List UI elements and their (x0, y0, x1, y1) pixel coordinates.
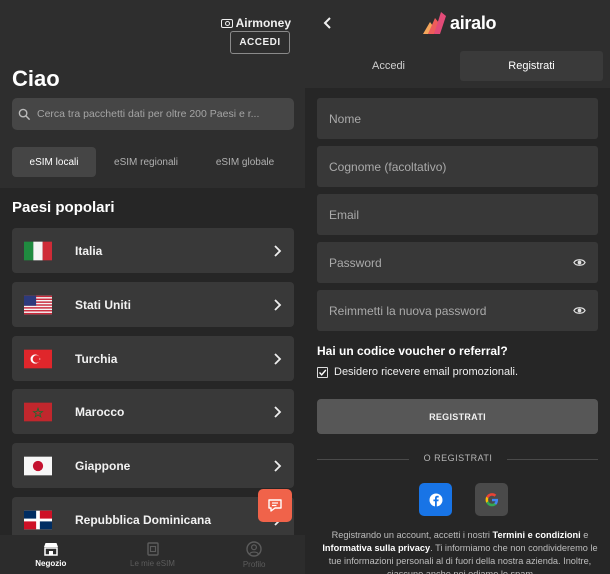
country-name: Giappone (75, 458, 131, 473)
name-field[interactable] (317, 98, 598, 139)
country-item-japan[interactable]: Giappone (12, 443, 294, 488)
privacy-link[interactable]: Informativa sulla privacy (322, 543, 430, 553)
chevron-right-icon (274, 405, 282, 418)
store-screen: Airmoney ACCEDI Ciao eSIM locali eSIM re… (0, 0, 305, 574)
nav-label: Le mie eSIM (130, 558, 175, 568)
nav-item-my-esims[interactable]: Le mie eSIM (102, 535, 204, 574)
usa-flag-icon (24, 295, 52, 314)
checkmark-icon (318, 369, 327, 376)
country-item-turkey[interactable]: Turchia (12, 336, 294, 381)
bottom-navigation: Negozio Le mie eSIM Profilo (0, 535, 305, 574)
nav-label: Profilo (242, 559, 266, 569)
country-item-morocco[interactable]: Marocco (12, 389, 294, 434)
tab-login[interactable]: Accedi (317, 51, 460, 81)
promo-checkbox[interactable] (317, 366, 328, 378)
terms-link[interactable]: Termini e condizioni (493, 530, 581, 540)
nav-item-store[interactable]: Negozio (0, 535, 102, 574)
airmoney-label: Airmoney (235, 16, 291, 30)
promo-checkbox-row[interactable]: Desidero ricevere email promozionali. (317, 366, 518, 378)
or-register-label: O REGISTRATI (409, 453, 507, 463)
register-screen: airalo Accedi Registrati Hai un codice v… (305, 0, 610, 574)
sim-icon (146, 541, 159, 556)
confirm-password-input[interactable] (329, 303, 559, 318)
airalo-logo-icon (423, 12, 446, 34)
chat-support-button[interactable] (258, 489, 292, 522)
profile-icon (246, 540, 262, 557)
store-icon (43, 542, 58, 556)
country-name: Stati Uniti (75, 297, 131, 312)
country-name: Marocco (75, 404, 125, 419)
password-field[interactable] (317, 242, 598, 283)
nav-item-profile[interactable]: Profilo (203, 535, 305, 574)
promo-label: Desidero ricevere email promozionali. (334, 366, 519, 378)
japan-flag-icon (24, 456, 52, 475)
name-input[interactable] (329, 111, 559, 126)
surname-input[interactable] (329, 159, 559, 174)
chevron-right-icon (274, 298, 282, 311)
facebook-icon (429, 493, 442, 506)
wallet-icon (220, 18, 233, 28)
country-item-italy[interactable]: Italia (12, 228, 294, 273)
chat-icon (268, 499, 282, 512)
legal-disclaimer: Registrando un account, accetti i nostri… (317, 529, 603, 574)
confirm-password-field[interactable] (317, 290, 598, 331)
login-button[interactable]: ACCEDI (230, 31, 290, 54)
voucher-link[interactable]: Hai un codice voucher o referral? (317, 344, 508, 358)
tab-local-esim[interactable]: eSIM locali (12, 147, 96, 177)
search-bar[interactable] (12, 98, 294, 130)
tab-regional-esim[interactable]: eSIM regionali (96, 147, 196, 177)
eye-icon[interactable] (573, 305, 586, 316)
back-arrow-icon[interactable] (322, 16, 334, 30)
google-signup-button[interactable] (475, 483, 508, 516)
section-title: Paesi popolari (12, 199, 115, 216)
google-icon (485, 492, 498, 506)
italy-flag-icon (24, 241, 52, 260)
country-item-usa[interactable]: Stati Uniti (12, 282, 294, 327)
facebook-signup-button[interactable] (419, 483, 452, 516)
dominican-republic-flag-icon (24, 510, 52, 529)
tab-global-esim[interactable]: eSIM globale (196, 147, 294, 177)
greeting-title: Ciao (12, 66, 60, 91)
legal-text: Registrando un account, accetti i nostri (331, 530, 493, 540)
country-name: Repubblica Dominicana (75, 512, 212, 527)
airalo-logo: airalo (420, 12, 497, 34)
morocco-flag-icon (24, 402, 52, 421)
search-icon (18, 108, 31, 120)
surname-field[interactable] (317, 146, 598, 187)
auth-tabs: Accedi Registrati (317, 51, 603, 81)
email-input[interactable] (329, 207, 559, 222)
chevron-right-icon (274, 244, 282, 257)
chevron-right-icon (274, 459, 282, 472)
eye-icon[interactable] (573, 257, 586, 268)
password-input[interactable] (329, 255, 559, 270)
register-button[interactable]: REGISTRATI (317, 399, 598, 434)
nav-label: Negozio (35, 558, 67, 568)
email-field[interactable] (317, 194, 598, 235)
tab-register[interactable]: Registrati (460, 51, 603, 81)
country-name: Turchia (75, 351, 118, 366)
legal-text: e (580, 530, 589, 540)
logo-text: airalo (450, 12, 497, 33)
airmoney-balance[interactable]: Airmoney (220, 16, 291, 30)
chevron-right-icon (274, 352, 282, 365)
search-input[interactable] (37, 108, 287, 120)
turkey-flag-icon (24, 349, 52, 368)
country-name: Italia (75, 243, 103, 258)
esim-type-tabs: eSIM locali eSIM regionali eSIM globale (12, 147, 294, 177)
